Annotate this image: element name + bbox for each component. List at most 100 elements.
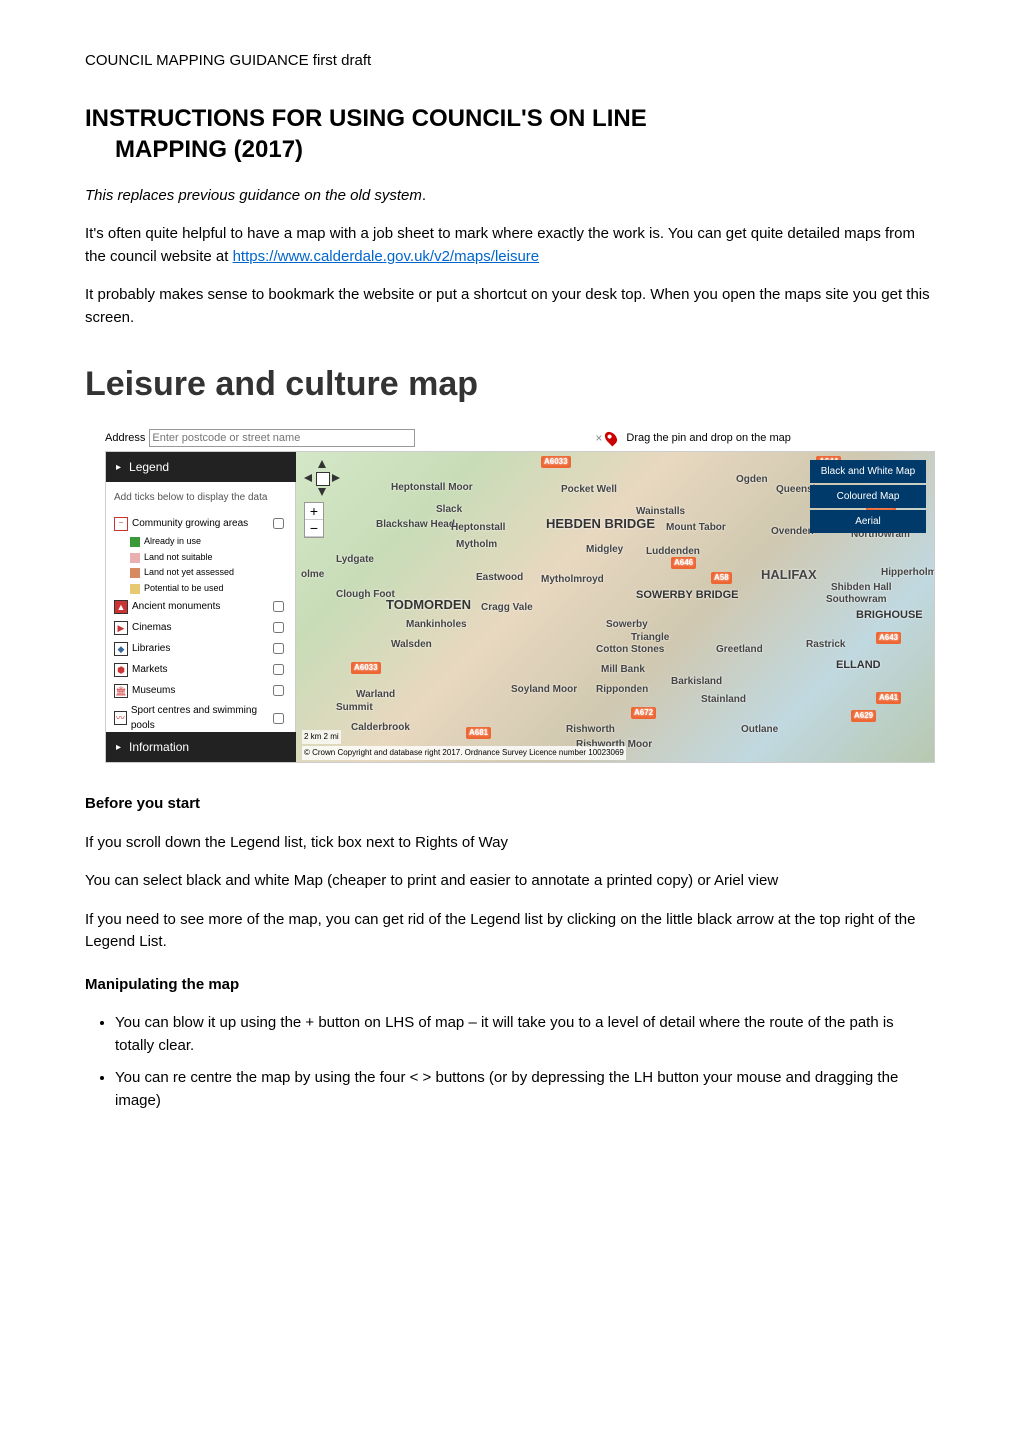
map-place: Slack <box>436 502 462 517</box>
map-place: Mytholmroyd <box>541 572 604 587</box>
legend-checkbox[interactable] <box>273 601 284 612</box>
map-road: A6033 <box>351 662 381 674</box>
before-start-p1: If you scroll down the Legend list, tick… <box>85 832 935 855</box>
map-body: Legend Add ticks below to display the da… <box>105 451 935 763</box>
legend-label: Ancient monuments <box>132 599 220 614</box>
nav-home-button[interactable] <box>316 472 330 486</box>
legend-header[interactable]: Legend <box>106 452 296 482</box>
map-place: Mankinholes <box>406 617 467 632</box>
legend-label: Museums <box>132 683 175 698</box>
map-screenshot: Address × Drag the pin and drop on the m… <box>105 425 935 763</box>
sport-centres-icon: 〰 <box>114 711 127 725</box>
legend-label: Markets <box>132 662 168 677</box>
nav-left-button[interactable] <box>304 474 312 482</box>
map-place: Soyland Moor <box>511 682 577 697</box>
legend-checkbox[interactable] <box>273 713 284 724</box>
zoom-out-button[interactable]: − <box>305 520 323 537</box>
map-place: Southowram <box>826 592 887 607</box>
map-view[interactable]: + − Black and White Map Coloured Map Aer… <box>296 452 934 762</box>
nav-up-button[interactable] <box>318 460 326 468</box>
page-header: COUNCIL MAPPING GUIDANCE first draft <box>85 50 935 73</box>
map-place: Mytholm <box>456 537 497 552</box>
swatch-icon <box>130 553 140 563</box>
map-place: Rishworth <box>566 722 615 737</box>
manipulating-list: You can blow it up using the + button on… <box>85 1012 935 1112</box>
legend-sub-not-suitable: Land not suitable <box>114 550 287 566</box>
libraries-icon: ◆ <box>114 642 128 656</box>
address-input[interactable] <box>149 429 415 447</box>
pin-icon[interactable] <box>603 430 620 447</box>
map-place: SOWERBY BRIDGE <box>636 587 738 604</box>
map-type-colour-button[interactable]: Coloured Map <box>810 485 926 508</box>
nav-down-button[interactable] <box>318 488 326 496</box>
map-place: TODMORDEN <box>386 595 471 615</box>
close-icon[interactable]: × <box>595 429 602 447</box>
map-road: A58 <box>711 572 732 584</box>
nav-pad <box>304 460 340 496</box>
map-nav-controls: + − <box>304 460 340 538</box>
legend-item-community-growing: −Community growing areas <box>114 513 287 534</box>
map-place: HEBDEN BRIDGE <box>546 514 655 534</box>
legend-checkbox[interactable] <box>273 518 284 529</box>
map-place: Cotton Stones <box>596 642 664 657</box>
map-place: HALIFAX <box>761 565 817 585</box>
map-road: A629 <box>851 710 876 722</box>
map-place: Calderbrook <box>351 720 410 735</box>
title-line-2: MAPPING (2017) <box>85 134 935 165</box>
legend-checkbox[interactable] <box>273 664 284 675</box>
map-copyright: © Crown Copyright and database right 201… <box>302 746 626 760</box>
ancient-monuments-icon: ▲ <box>114 600 128 614</box>
period: . <box>422 187 426 204</box>
zoom-in-button[interactable]: + <box>305 503 323 520</box>
map-type-aerial-button[interactable]: Aerial <box>810 510 926 533</box>
map-place: Outlane <box>741 722 778 737</box>
map-type-bw-button[interactable]: Black and White Map <box>810 460 926 483</box>
legend-item-markets: ⬢ Markets <box>114 659 287 680</box>
legend-panel: Legend Add ticks below to display the da… <box>106 452 296 762</box>
map-place: Lydgate <box>336 552 374 567</box>
map-type-buttons: Black and White Map Coloured Map Aerial <box>810 460 926 533</box>
legend-sub-label: Land not yet assessed <box>144 566 234 580</box>
maps-link[interactable]: https://www.calderdale.gov.uk/v2/maps/le… <box>233 248 540 265</box>
legend-checkbox[interactable] <box>273 643 284 654</box>
legend-checkbox[interactable] <box>273 622 284 633</box>
nav-right-button[interactable] <box>332 474 340 482</box>
legend-scroll[interactable]: Add ticks below to display the data −Com… <box>106 482 296 732</box>
zoom-controls: + − <box>304 502 324 538</box>
map-place: Eastwood <box>476 570 523 585</box>
legend-sub-potential: Potential to be used <box>114 581 287 597</box>
community-growing-icon: − <box>114 517 128 531</box>
map-place: olme <box>301 567 324 582</box>
legend-item-cinemas: ▶ Cinemas <box>114 617 287 638</box>
markets-icon: ⬢ <box>114 663 128 677</box>
map-place: ELLAND <box>836 657 881 674</box>
map-place: Mill Bank <box>601 662 645 677</box>
map-place: Stainland <box>701 692 746 707</box>
before-start-p2: You can select black and white Map (chea… <box>85 870 935 893</box>
legend-checkbox[interactable] <box>273 685 284 696</box>
map-topbar: Address × Drag the pin and drop on the m… <box>105 425 935 451</box>
legend-sub-label: Potential to be used <box>144 582 224 596</box>
legend-hint: Add ticks below to display the data <box>114 490 287 505</box>
intro-italic: This replaces previous guidance on the o… <box>85 187 422 204</box>
legend-item-sport-centres: 〰 Sport centres and swimming pools <box>114 701 287 732</box>
map-road: A681 <box>466 727 491 739</box>
map-place: Barkisland <box>671 674 722 689</box>
map-place: Heptonstall Moor <box>391 480 473 495</box>
map-road: A643 <box>876 632 901 644</box>
map-place: Cragg Vale <box>481 600 533 615</box>
legend-item-museums: 🏛Museums <box>114 680 287 701</box>
information-header[interactable]: Information <box>106 732 296 762</box>
map-road: A672 <box>631 707 656 719</box>
manipulating-heading: Manipulating the map <box>85 974 935 997</box>
title-line-1: INSTRUCTIONS FOR USING COUNCIL'S ON LINE <box>85 105 647 132</box>
cinemas-icon: ▶ <box>114 621 128 635</box>
legend-label: Sport centres and swimming pools <box>131 703 269 732</box>
legend-sub-already-in-use: Already in use <box>114 534 287 550</box>
legend-label: Cinemas <box>132 620 171 635</box>
legend-sub-not-assessed: Land not yet assessed <box>114 565 287 581</box>
before-start-p3: If you need to see more of the map, you … <box>85 909 935 954</box>
map-road: A6033 <box>541 456 571 468</box>
list-item: You can blow it up using the + button on… <box>115 1012 935 1057</box>
legend-label: Libraries <box>132 641 170 656</box>
